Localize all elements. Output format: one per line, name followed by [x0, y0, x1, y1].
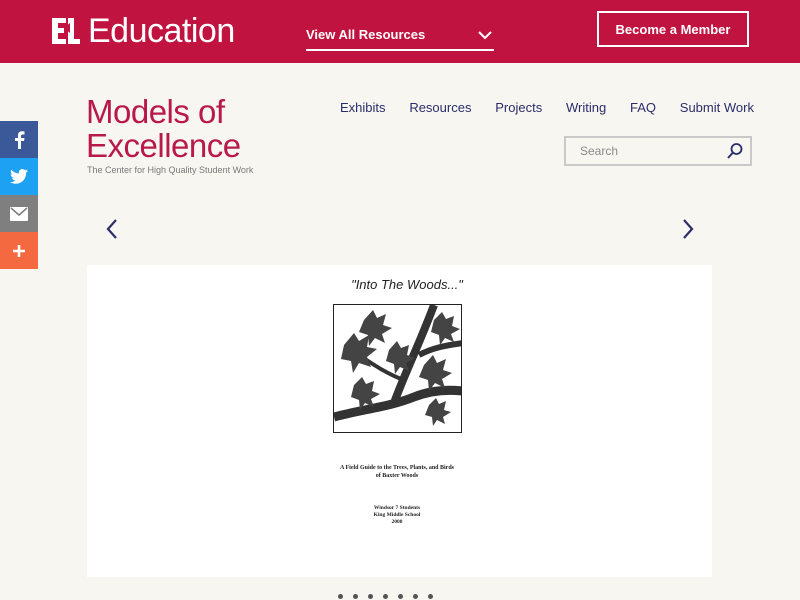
- share-more-button[interactable]: [0, 232, 38, 269]
- document-credits: Windsor 7 Students King Middle School 20…: [332, 505, 462, 526]
- search-box: [564, 136, 752, 166]
- carousel-slide[interactable]: "Into The Woods..." A Field Guide to the…: [87, 265, 712, 577]
- carousel-next-arrow-icon[interactable]: [675, 217, 699, 241]
- search-input[interactable]: [566, 138, 716, 164]
- nav-faq[interactable]: FAQ: [630, 100, 656, 115]
- nav-projects[interactable]: Projects: [495, 100, 542, 115]
- nav-writing[interactable]: Writing: [566, 100, 606, 115]
- search-icon[interactable]: [726, 142, 744, 160]
- el-logo-mark-icon: [52, 18, 80, 44]
- email-icon: [10, 206, 28, 221]
- leaves-drawing-icon: [334, 305, 461, 426]
- plus-icon: [13, 244, 25, 257]
- credits-year: 2000: [391, 519, 403, 525]
- credits-school: King Middle School: [373, 512, 421, 518]
- resources-dropdown-label: View All Resources: [306, 27, 426, 42]
- document-subtitle: A Field Guide to the Trees, Plants, and …: [332, 464, 462, 480]
- carousel-prev-arrow-icon[interactable]: [101, 217, 125, 241]
- facebook-icon: [15, 130, 25, 149]
- become-member-button[interactable]: Become a Member: [597, 11, 749, 47]
- carousel-pager: [338, 594, 433, 599]
- chevron-down-icon: [478, 31, 492, 40]
- pager-dot[interactable]: [338, 594, 343, 599]
- share-twitter-button[interactable]: [0, 158, 38, 195]
- tree-branch-illustration: [333, 304, 462, 433]
- nav-resources[interactable]: Resources: [409, 100, 471, 115]
- pager-dot[interactable]: [398, 594, 403, 599]
- share-facebook-button[interactable]: [0, 121, 38, 158]
- pager-dot[interactable]: [383, 594, 388, 599]
- el-education-logo[interactable]: Education: [50, 14, 235, 48]
- nav-submit-work[interactable]: Submit Work: [680, 100, 754, 115]
- pager-dot[interactable]: [428, 594, 433, 599]
- document-subtitle-line1: A Field Guide to the Trees, Plants, and …: [339, 465, 454, 471]
- site-subtitle: The Center for High Quality Student Work: [87, 165, 254, 175]
- models-of-excellence-logo[interactable]: Models of Excellence The Center for High…: [86, 93, 254, 176]
- brand-text: Education: [88, 12, 235, 50]
- pager-dot[interactable]: [413, 594, 418, 599]
- document-title: "Into The Woods...": [351, 277, 463, 292]
- document-subtitle-line2: of Baxter Woods: [375, 473, 419, 479]
- site-title-line2: Excellence: [86, 127, 241, 164]
- pager-dot[interactable]: [368, 594, 373, 599]
- top-bar: Education View All Resources Become a Me…: [0, 0, 800, 63]
- credits-students: Windsor 7 Students: [373, 505, 421, 511]
- twitter-icon: [10, 169, 28, 184]
- site-title-line1: Models of: [86, 93, 225, 130]
- view-all-resources-dropdown[interactable]: View All Resources: [306, 24, 494, 51]
- share-email-button[interactable]: [0, 195, 38, 232]
- nav-exhibits[interactable]: Exhibits: [340, 100, 386, 115]
- pager-dot[interactable]: [353, 594, 358, 599]
- main-nav: Exhibits Resources Projects Writing FAQ …: [340, 100, 754, 115]
- student-work-page: "Into The Woods..." A Field Guide to the…: [332, 277, 482, 577]
